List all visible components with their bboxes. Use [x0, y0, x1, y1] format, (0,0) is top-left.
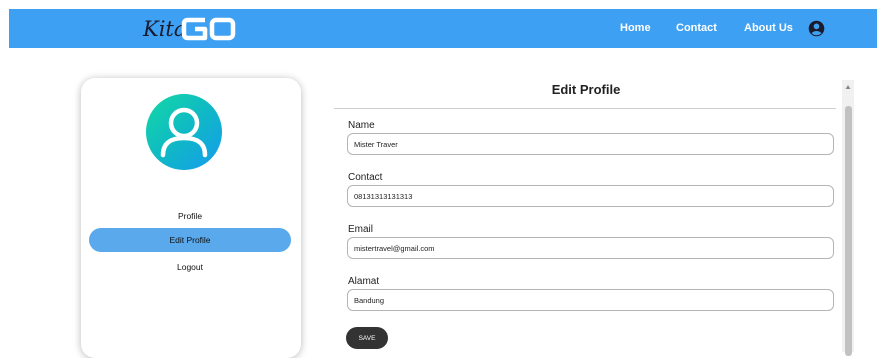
save-button[interactable]: SAVE [346, 327, 388, 349]
email-field[interactable] [347, 237, 834, 259]
logo-go-mark [181, 17, 236, 41]
vertical-scrollbar[interactable] [842, 80, 854, 356]
alamat-field[interactable] [347, 289, 834, 311]
sidebar-item-logout[interactable]: Logout [89, 255, 291, 279]
account-circle-icon[interactable] [808, 20, 825, 37]
sidebar-item-edit-profile[interactable]: Edit Profile [89, 228, 291, 252]
title-divider [334, 108, 836, 109]
name-field[interactable] [347, 133, 834, 155]
page-title: Edit Profile [551, 82, 621, 97]
profile-sidebar-card: Profile Edit Profile Logout [81, 78, 301, 358]
scroll-up-arrow-icon[interactable] [844, 83, 852, 91]
avatar [146, 94, 222, 170]
contact-label: Contact [348, 172, 383, 183]
nav-home-link[interactable]: Home [620, 9, 651, 48]
navbar: Kita Home Contact About Us [9, 9, 877, 48]
edit-profile-panel: Edit Profile Name Contact Email Alamat S… [334, 78, 838, 352]
nav-contact-link[interactable]: Contact [676, 9, 717, 48]
alamat-label: Alamat [348, 276, 380, 287]
name-label: Name [348, 120, 375, 131]
person-outline-icon [160, 107, 208, 158]
sidebar-item-profile[interactable]: Profile [89, 204, 291, 228]
contact-field[interactable] [347, 185, 834, 207]
brand-logo[interactable]: Kita [143, 16, 243, 42]
logo-script-text: Kita [143, 17, 187, 41]
email-label: Email [348, 224, 374, 235]
nav-about-link[interactable]: About Us [744, 9, 793, 48]
scrollbar-thumb[interactable] [845, 106, 852, 356]
